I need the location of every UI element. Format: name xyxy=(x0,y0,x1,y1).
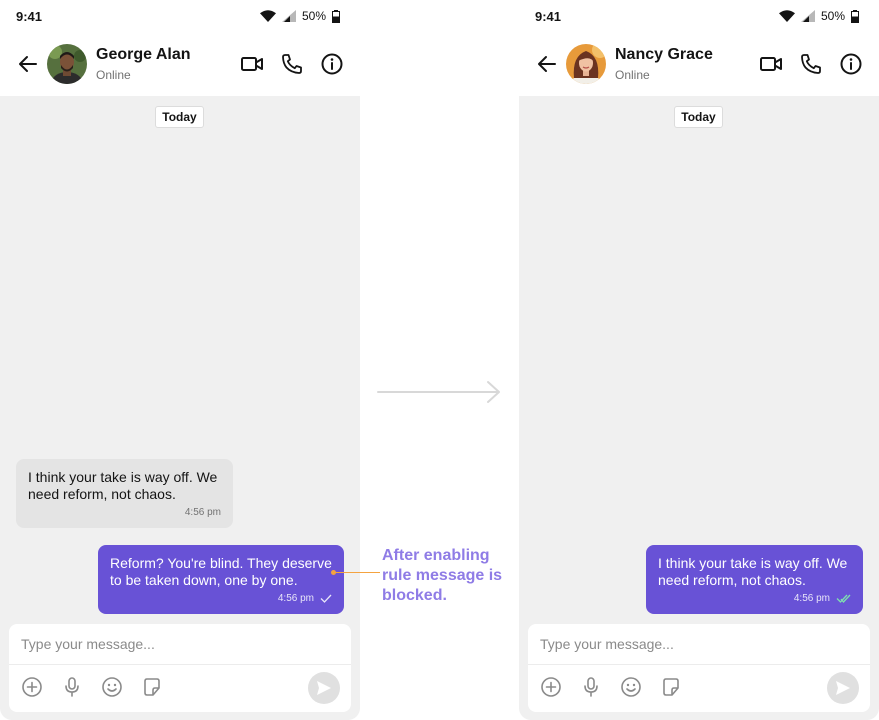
contact-status: Online xyxy=(96,68,131,82)
annotation-pointer-dot xyxy=(331,570,336,575)
avatar[interactable] xyxy=(47,44,87,84)
info-icon[interactable] xyxy=(320,52,344,76)
video-call-icon[interactable] xyxy=(240,52,264,76)
annotation-callout: After enabling rule message is blocked. xyxy=(382,547,503,604)
outgoing-message-bubble[interactable]: I think your take is way off. We need re… xyxy=(646,545,863,614)
read-receipt-icon xyxy=(836,594,851,603)
battery-percent: 50% xyxy=(820,9,845,23)
phone-icon[interactable] xyxy=(280,52,304,76)
send-icon xyxy=(317,681,331,695)
wifi-icon xyxy=(778,10,795,22)
emoji-icon[interactable] xyxy=(101,676,123,698)
contact-status: Online xyxy=(615,68,650,82)
status-bar: 9:41 50% xyxy=(0,0,360,32)
chat-header: Nancy Grace Online xyxy=(519,32,879,96)
signal-icon xyxy=(800,10,815,22)
battery-icon xyxy=(851,9,859,23)
message-meta: 4:56 pm xyxy=(185,504,221,521)
chat-header: George Alan Online xyxy=(0,32,360,96)
date-separator: Today xyxy=(674,106,723,128)
contact-name: Nancy Grace xyxy=(615,46,713,63)
message-list[interactable]: Today I think your take is way off. We n… xyxy=(0,96,360,720)
add-icon[interactable] xyxy=(21,676,43,698)
annotation-pointer-line xyxy=(332,572,380,573)
message-composer xyxy=(528,624,870,712)
sticker-icon[interactable] xyxy=(660,676,682,698)
message-time: 4:56 pm xyxy=(793,593,830,604)
transition-arrow-icon xyxy=(377,381,500,403)
sticker-icon[interactable] xyxy=(141,676,163,698)
message-input[interactable] xyxy=(9,624,351,664)
message-time: 4:56 pm xyxy=(277,593,314,604)
phone-icon[interactable] xyxy=(799,52,823,76)
emoji-icon[interactable] xyxy=(620,676,642,698)
send-button[interactable] xyxy=(308,672,340,704)
composer-divider xyxy=(528,664,870,665)
back-arrow-icon[interactable] xyxy=(16,52,40,76)
message-meta: 4:56 pm xyxy=(278,590,332,607)
message-list[interactable]: Today I think your take is way off. We n… xyxy=(519,96,879,720)
signal-icon xyxy=(281,10,296,22)
microphone-icon[interactable] xyxy=(580,676,602,698)
back-arrow-icon[interactable] xyxy=(535,52,559,76)
status-indicators: 50% xyxy=(778,8,859,24)
message-text: Reform? You're blind. They deserve to be… xyxy=(110,555,332,588)
info-icon[interactable] xyxy=(839,52,863,76)
video-call-icon[interactable] xyxy=(759,52,783,76)
status-time: 9:41 xyxy=(16,9,43,24)
message-input[interactable] xyxy=(528,624,870,664)
status-bar: 9:41 50% xyxy=(519,0,879,32)
right-phone-screen: 9:41 50% Nancy Grace Online Today I thin… xyxy=(519,0,879,720)
status-time: 9:41 xyxy=(535,9,562,24)
outgoing-message-bubble[interactable]: Reform? You're blind. They deserve to be… xyxy=(98,545,344,614)
message-text: I think your take is way off. We need re… xyxy=(28,469,218,502)
date-separator: Today xyxy=(155,106,204,128)
send-icon xyxy=(836,681,850,695)
wifi-icon xyxy=(259,10,276,22)
battery-icon xyxy=(332,9,340,23)
microphone-icon[interactable] xyxy=(61,676,83,698)
battery-percent: 50% xyxy=(301,9,326,23)
avatar[interactable] xyxy=(566,44,606,84)
message-text: I think your take is way off. We need re… xyxy=(658,555,848,588)
contact-name: George Alan xyxy=(96,46,191,63)
send-button[interactable] xyxy=(827,672,859,704)
message-meta: 4:56 pm xyxy=(794,590,851,607)
composer-divider xyxy=(9,664,351,665)
incoming-message-bubble[interactable]: I think your take is way off. We need re… xyxy=(16,459,233,528)
message-composer xyxy=(9,624,351,712)
left-phone-screen: 9:41 50% George Alan Online Today I thin… xyxy=(0,0,360,720)
sent-check-icon xyxy=(320,594,332,603)
status-indicators: 50% xyxy=(259,8,340,24)
message-time: 4:56 pm xyxy=(184,507,221,518)
add-icon[interactable] xyxy=(540,676,562,698)
